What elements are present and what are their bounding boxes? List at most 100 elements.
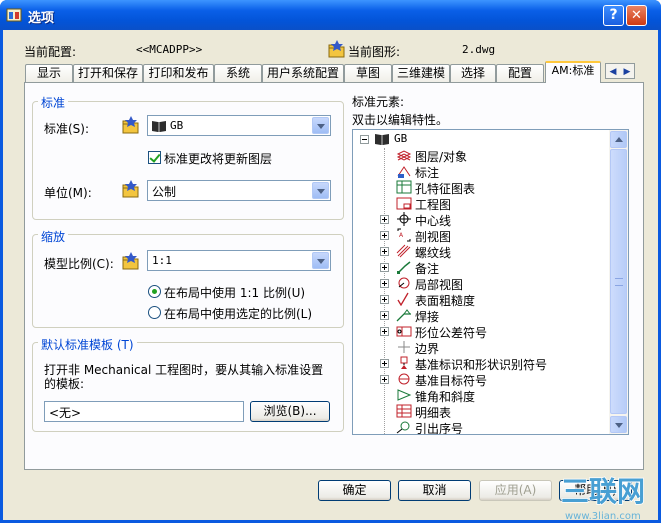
cancel-button[interactable]: 取消 [398,480,471,501]
current-profile-label: 当前配置: [24,45,77,59]
tree-expand-icon[interactable] [380,231,389,240]
title-help-button[interactable]: ? [603,5,624,26]
tab-drafting[interactable]: 草图 [344,64,392,82]
layout-selected-scale-radio[interactable] [148,306,161,319]
drawing-file-icon [328,40,345,58]
unit-manager-icon[interactable] [122,180,140,198]
watermark-logo: 三联网 www.3lian.com [560,474,646,522]
title-bar[interactable] [0,0,661,30]
tab-open-save[interactable]: 打开和保存 [73,64,143,82]
tree-item[interactable]: 形位公差符号 [353,323,611,340]
tree-expand-icon[interactable] [380,311,389,320]
tree-item[interactable]: 基准标识和形状识别符号 [353,355,611,372]
tree-item[interactable]: 明细表 [353,403,611,420]
svg-text:A: A [399,232,404,239]
border-icon [398,341,410,353]
standard-elements-tree[interactable]: GB 图层/对象 标注 孔特征图表 工程图 中心线 A 剖视图 螺纹线 备注 局部视图 表面粗糙度焊… [352,129,629,435]
tree-item[interactable]: 螺纹线 [353,243,611,260]
tree-root-label: GB [394,132,408,145]
current-drawing-label: 当前图形: [348,45,401,59]
current-profile-value: <<MCADPP>> [136,43,203,56]
scroll-thumb[interactable] [610,149,627,414]
scale-manager-icon[interactable] [122,252,140,270]
datum-target-icon [398,373,410,385]
tab-system[interactable]: 系统 [214,64,262,82]
standard-combo[interactable]: GB [147,115,331,136]
standard-label: 标准(S): [44,122,90,136]
tree-item[interactable]: 焊接 [353,307,611,324]
tab-profiles[interactable]: 配置 [496,64,544,82]
tab-3d-modeling[interactable]: 三维建模 [392,64,450,82]
tab-scroll-left-icon[interactable]: ◀ [606,66,620,78]
tree-item[interactable]: A 剖视图 [353,227,611,244]
layout-selected-scale-label: 在布局中使用选定的比例(L) [164,307,313,321]
model-scale-combo[interactable]: 1:1 [147,250,331,271]
unit-combo[interactable]: 公制 [147,180,331,201]
tree-item[interactable]: 基准目标符号 [353,371,611,388]
standard-elements-hint: 双击以编辑特性。 [352,113,449,127]
standard-elements-label: 标准元素: [352,95,405,109]
tree-item[interactable]: 孔特征图表 [353,179,611,196]
layout-1to1-label: 在布局中使用 1:1 比例(U) [164,286,306,300]
tree-scrollbar[interactable] [609,130,628,434]
tree-item[interactable]: 工程图 [353,195,611,212]
taper-icon [397,389,412,401]
tree-expand-icon[interactable] [380,247,389,256]
tree-item[interactable]: 表面粗糙度 [353,291,611,308]
tree-item[interactable]: 锥角和斜度 [353,387,611,404]
tree-item[interactable]: 边界 [353,339,611,356]
tree-expand-icon[interactable] [380,263,389,272]
standard-value: GB [170,119,184,132]
tree-expand-icon[interactable] [380,215,389,224]
tree-root-row[interactable]: GB [353,131,611,147]
drawing-icon [396,197,412,210]
tree-item[interactable]: 局部视图 [353,275,611,292]
tree-item[interactable]: 中心线 [353,211,611,228]
tab-plot-publish[interactable]: 打印和发布 [143,64,214,82]
unit-dropdown-icon[interactable] [312,182,329,199]
section-view-icon: A [397,228,411,242]
template-description: 打开非 Mechanical 工程图时，要从其输入标准设置的模板: [44,363,324,391]
tree-root-collapse-icon[interactable] [360,135,369,144]
apply-button[interactable]: 应用(A) [479,480,552,501]
ok-button[interactable]: 确定 [318,480,391,501]
tree-item[interactable]: 图层/对象 [353,147,611,164]
standard-dropdown-icon[interactable] [312,117,329,134]
app-icon [6,8,22,22]
tree-expand-icon[interactable] [380,375,389,384]
tree-item[interactable]: 引出序号 [353,419,611,434]
update-layers-checkbox[interactable] [148,151,161,164]
scroll-down-icon[interactable] [610,416,627,433]
tree-expand-icon[interactable] [380,327,389,336]
template-path-input[interactable]: <无> [44,401,244,422]
standard-manager-icon[interactable] [122,116,140,134]
update-layers-label: 标准更改将更新图层 [164,152,273,166]
tab-selection[interactable]: 选择 [450,64,496,82]
watermark-subtext: www.3lian.com [565,511,641,522]
model-scale-value: 1:1 [152,254,172,267]
tree-expand-icon[interactable] [380,279,389,288]
tree-expand-icon[interactable] [380,295,389,304]
browse-button[interactable]: 浏览(B)... [250,401,330,422]
tab-user-preferences[interactable]: 用户系统配置 [262,64,344,82]
tree-item[interactable]: 备注 [353,259,611,276]
tab-display[interactable]: 显示 [25,64,73,82]
hole-chart-icon [396,180,412,194]
model-scale-label: 模型比例(C): [44,257,114,271]
layers-icon [396,150,412,161]
model-scale-dropdown-icon[interactable] [312,252,329,269]
thread-icon [396,244,411,258]
tree-expand-icon[interactable] [380,359,389,368]
centerline-icon [397,212,411,226]
tab-scroll-right-icon[interactable]: ▶ [620,66,634,78]
balloon-icon [396,421,410,434]
tolerance-icon [396,326,412,337]
scroll-up-icon[interactable] [610,131,627,148]
weld-icon [396,309,411,322]
window-title: 选项 [28,11,55,26]
tree-item[interactable]: 标注 [353,163,611,180]
layout-1to1-radio[interactable] [148,285,161,298]
tab-am-standards[interactable]: AM:标准 [545,61,601,83]
title-close-button[interactable]: ✕ [626,5,647,26]
tab-scroll-buttons: ◀ ▶ [605,63,635,79]
